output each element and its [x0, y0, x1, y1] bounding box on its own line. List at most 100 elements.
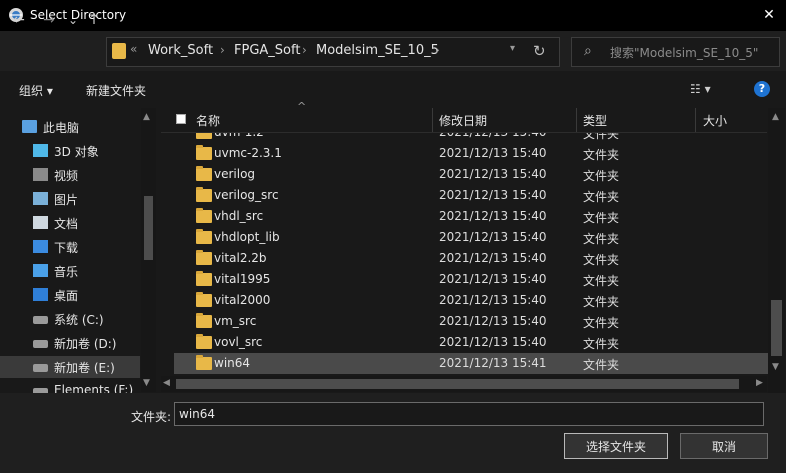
refresh-icon[interactable]: ↻ — [533, 42, 546, 60]
file-name: vital2000 — [214, 293, 271, 307]
file-type: 文件夹 — [583, 232, 620, 246]
sidebar-scroll-thumb[interactable] — [144, 196, 153, 260]
scroll-right-arrow[interactable]: ▶ — [756, 378, 763, 388]
sidebar-item-label: 此电脑 — [43, 121, 80, 135]
new-folder-button[interactable]: 新建文件夹 — [86, 82, 146, 99]
file-row[interactable]: vhdl_src 2021/12/13 15:40 文件夹 — [174, 206, 768, 227]
sidebar-item-label: 系统 (C:) — [54, 313, 104, 327]
file-row[interactable]: win64 2021/12/13 15:41 文件夹 — [174, 353, 768, 374]
sidebar-item[interactable]: 此电脑 — [0, 116, 140, 138]
sidebar-item[interactable]: 桌面 — [0, 284, 140, 306]
file-date: 2021/12/13 15:40 — [439, 314, 547, 328]
file-name: uvmc-2.3.1 — [214, 146, 282, 160]
file-type: 文件夹 — [583, 358, 620, 372]
sidebar-item[interactable]: 系统 (C:) — [0, 308, 140, 330]
drive-c-icon — [33, 316, 48, 324]
column-name[interactable]: 名称 — [196, 112, 220, 129]
scroll-down-arrow[interactable]: ▼ — [772, 362, 779, 372]
organize-menu[interactable]: 组织 ▾ — [19, 82, 53, 99]
sidebar-item[interactable]: 3D 对象 — [0, 140, 140, 162]
file-row[interactable]: vovl_src 2021/12/13 15:40 文件夹 — [174, 332, 768, 353]
file-date: 2021/12/13 15:40 — [439, 335, 547, 349]
select-all-checkbox[interactable] — [176, 114, 186, 124]
download-icon — [33, 240, 48, 253]
view-options-button[interactable]: ☷ ▾ — [690, 82, 711, 96]
folder-icon — [196, 355, 212, 370]
sidebar-item-label: 图片 — [54, 193, 79, 207]
file-date: 2021/12/13 15:40 — [439, 293, 547, 307]
sidebar-item[interactable]: 下载 — [0, 236, 140, 258]
search-placeholder[interactable]: 搜索"Modelsim_SE_10_5" — [610, 44, 758, 61]
scroll-left-arrow[interactable]: ◀ — [163, 378, 170, 388]
music-icon — [33, 264, 48, 277]
breadcrumb-overflow[interactable]: « — [130, 42, 137, 56]
help-icon[interactable]: ? — [754, 81, 770, 97]
chevron-right-icon[interactable]: › — [302, 43, 307, 57]
sidebar-item[interactable]: 新加卷 (D:) — [0, 332, 140, 354]
column-divider[interactable] — [432, 108, 433, 132]
chevron-down-icon[interactable]: ▾ — [510, 43, 515, 54]
chevron-right-icon[interactable]: › — [220, 43, 225, 57]
sidebar-item[interactable]: 新加卷 (E:) — [0, 356, 140, 378]
cancel-button[interactable]: 取消 — [680, 433, 768, 459]
column-type[interactable]: 类型 — [583, 112, 607, 129]
file-date: 2021/12/13 15:41 — [439, 356, 547, 370]
file-type: 文件夹 — [583, 295, 620, 309]
file-row[interactable]: uvmc-2.3.1 2021/12/13 15:40 文件夹 — [174, 143, 768, 164]
file-name: vital2.2b — [214, 251, 267, 265]
file-date: 2021/12/13 15:40 — [439, 188, 547, 202]
up-button[interactable]: ↑ — [85, 10, 103, 30]
chevron-right-icon[interactable]: › — [435, 43, 440, 57]
column-date[interactable]: 修改日期 — [439, 112, 487, 129]
scroll-up-arrow[interactable]: ▲ — [772, 112, 779, 122]
file-row[interactable]: verilog_src 2021/12/13 15:40 文件夹 — [174, 185, 768, 206]
file-type: 文件夹 — [583, 169, 620, 183]
scroll-down-arrow[interactable]: ▼ — [143, 378, 150, 388]
file-row[interactable]: verilog 2021/12/13 15:40 文件夹 — [174, 164, 768, 185]
folder-icon — [196, 271, 212, 286]
file-type: 文件夹 — [583, 190, 620, 204]
file-date: 2021/12/13 15:40 — [439, 167, 547, 181]
file-date: 2021/12/13 15:40 — [439, 230, 547, 244]
column-size[interactable]: 大小 — [703, 112, 727, 129]
recent-locations-button[interactable]: ⌄ — [66, 10, 80, 30]
sidebar-item-label: 新加卷 (E:) — [54, 361, 115, 375]
folder-icon — [196, 145, 212, 160]
file-type: 文件夹 — [583, 274, 620, 288]
folder-icon — [196, 313, 212, 328]
folder-icon — [196, 292, 212, 307]
file-row[interactable]: vm_src 2021/12/13 15:40 文件夹 — [174, 311, 768, 332]
file-row[interactable]: vital2.2b 2021/12/13 15:40 文件夹 — [174, 248, 768, 269]
sidebar-item-label: 新加卷 (D:) — [54, 337, 117, 351]
breadcrumb-fpga-soft[interactable]: FPGA_Soft — [234, 43, 300, 58]
back-button[interactable]: ← — [10, 10, 28, 30]
cube-icon — [33, 144, 48, 157]
file-name: vital1995 — [214, 272, 271, 286]
folder-name-input[interactable] — [174, 402, 764, 426]
file-name: win64 — [214, 356, 251, 370]
list-scroll-thumb[interactable] — [771, 300, 782, 356]
breadcrumb-modelsim[interactable]: Modelsim_SE_10_5 — [316, 43, 439, 58]
file-type: 文件夹 — [583, 211, 620, 225]
sidebar-item[interactable]: 视频 — [0, 164, 140, 186]
breadcrumb-work-soft[interactable]: Work_Soft — [148, 43, 213, 58]
close-button[interactable]: ✕ — [756, 4, 782, 26]
horizontal-scroll-thumb[interactable] — [176, 379, 739, 389]
select-folder-button[interactable]: 选择文件夹 — [564, 433, 668, 459]
sidebar-item[interactable]: 音乐 — [0, 260, 140, 282]
sidebar-item-label: 音乐 — [54, 265, 79, 279]
column-divider[interactable] — [576, 108, 577, 132]
folder-icon — [196, 334, 212, 349]
sidebar-item-label: 3D 对象 — [54, 145, 99, 159]
file-row[interactable]: vital1995 2021/12/13 15:40 文件夹 — [174, 269, 768, 290]
drive-icon — [33, 364, 48, 372]
forward-button[interactable]: → — [40, 10, 58, 30]
column-divider[interactable] — [695, 108, 696, 132]
file-type: 文件夹 — [583, 337, 620, 351]
sidebar-item[interactable]: 图片 — [0, 188, 140, 210]
document-icon — [33, 216, 48, 229]
file-row[interactable]: vhdlopt_lib 2021/12/13 15:40 文件夹 — [174, 227, 768, 248]
file-row[interactable]: vital2000 2021/12/13 15:40 文件夹 — [174, 290, 768, 311]
sidebar-item[interactable]: 文档 — [0, 212, 140, 234]
scroll-up-arrow[interactable]: ▲ — [143, 112, 150, 122]
